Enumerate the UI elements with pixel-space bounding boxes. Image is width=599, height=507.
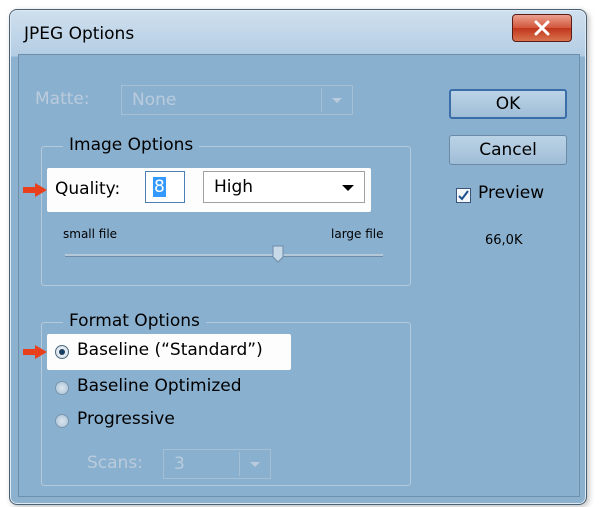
quality-input[interactable]: 8 (145, 171, 185, 203)
image-options-group (41, 146, 411, 286)
quality-slider-track[interactable] (65, 254, 383, 257)
chevron-down-icon (250, 462, 260, 467)
preview-checkbox[interactable] (456, 188, 471, 203)
quality-preset-value: High (214, 177, 254, 197)
ok-button[interactable]: OK (449, 89, 567, 119)
quality-label: Quality: (55, 179, 121, 199)
scans-divider (239, 452, 240, 476)
small-file-label: small file (63, 227, 118, 241)
jpeg-options-dialog: JPEG Options Matte: None Image Options Q… (9, 9, 587, 505)
preview-file-size: 66,0K (485, 233, 523, 248)
progressive-radio[interactable] (55, 414, 69, 428)
matte-value: None (132, 90, 177, 110)
matte-divider (321, 88, 322, 112)
scans-label: Scans: (87, 453, 143, 473)
scans-value: 3 (174, 454, 185, 474)
baseline-standard-radio[interactable] (55, 345, 69, 359)
preview-label: Preview (478, 183, 545, 203)
chevron-down-icon (332, 98, 342, 103)
quality-slider-thumb[interactable] (272, 245, 284, 263)
large-file-label: large file (331, 227, 384, 241)
scans-select[interactable]: 3 (163, 449, 271, 479)
close-icon (534, 20, 550, 36)
baseline-optimized-radio[interactable] (55, 381, 69, 395)
quality-input-value: 8 (153, 177, 166, 197)
cancel-button[interactable]: Cancel (449, 135, 567, 165)
annotation-arrow-icon (23, 183, 47, 197)
format-options-legend: Format Options (63, 311, 206, 331)
matte-select[interactable]: None (121, 85, 353, 115)
close-button[interactable] (512, 14, 572, 42)
dialog-content: Matte: None Image Options Quality: 8 Hig… (18, 54, 580, 497)
baseline-optimized-label: Baseline Optimized (77, 376, 242, 396)
matte-label: Matte: (35, 89, 90, 109)
annotation-arrow-icon (23, 345, 47, 359)
image-options-legend: Image Options (63, 135, 200, 155)
baseline-standard-label: Baseline (“Standard”) (77, 340, 263, 360)
quality-preset-select[interactable]: High (203, 171, 365, 203)
window-title: JPEG Options (24, 24, 135, 44)
chevron-down-icon (342, 185, 354, 191)
check-icon (458, 190, 469, 201)
progressive-label: Progressive (77, 409, 175, 429)
